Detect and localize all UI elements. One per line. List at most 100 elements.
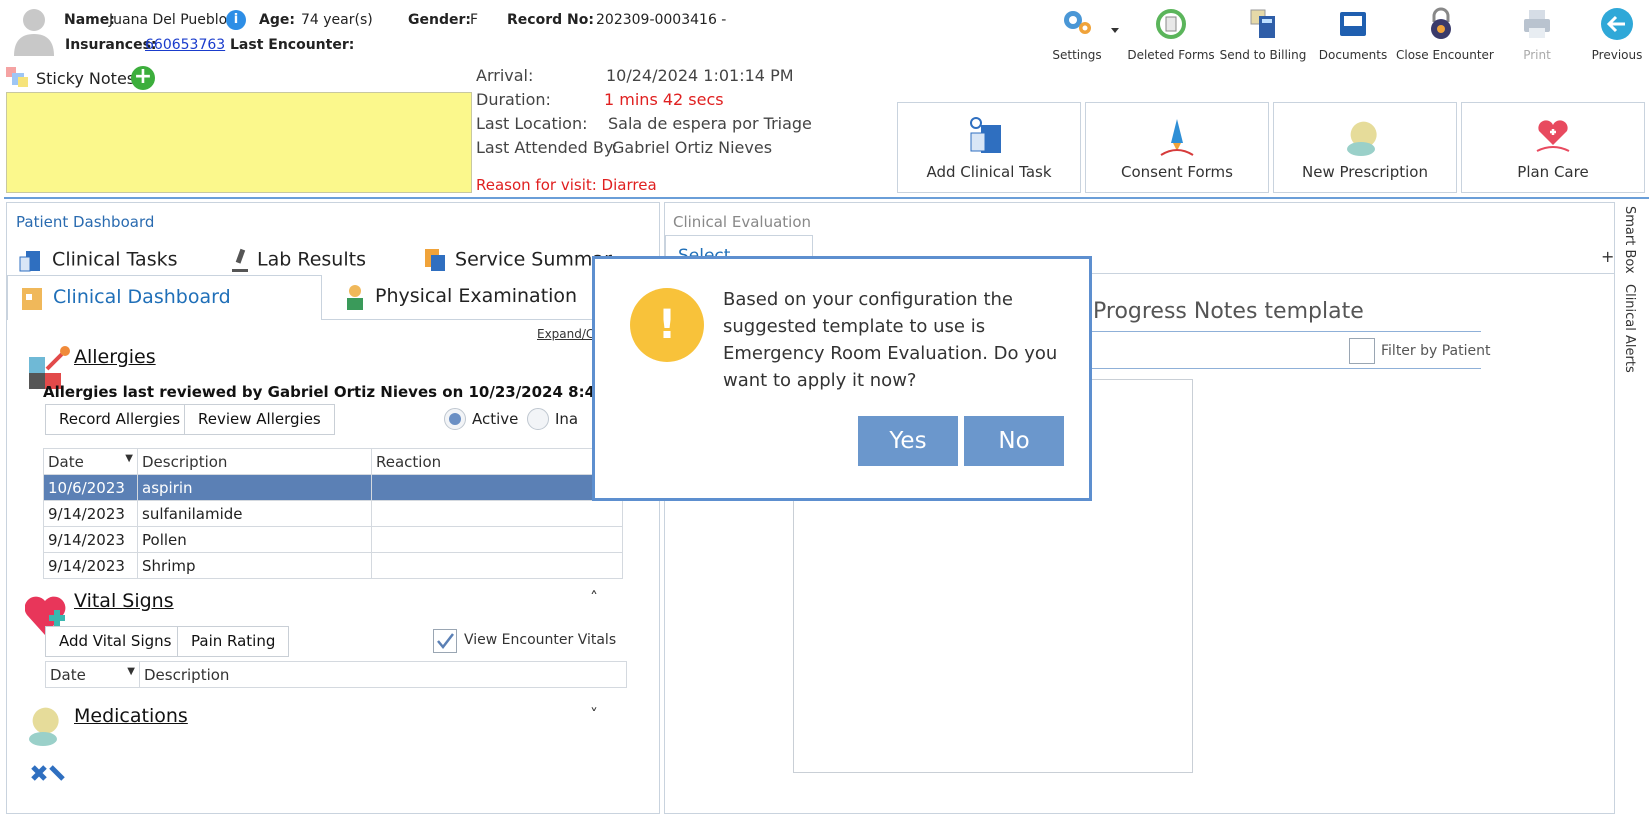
- send-to-billing-button[interactable]: Send to Billing: [1218, 6, 1308, 62]
- column-header-description[interactable]: Description: [139, 661, 627, 688]
- cell-description: Pollen: [137, 526, 372, 553]
- documents-label: Documents: [1318, 48, 1388, 62]
- column-header-date[interactable]: Date ▼: [43, 448, 138, 475]
- add-vital-signs-button[interactable]: Add Vital Signs: [45, 626, 186, 657]
- filter-underline: [1075, 368, 1481, 369]
- pill-icon: [1347, 121, 1377, 156]
- doctor-icon: [343, 283, 367, 311]
- cell-reaction: [371, 552, 623, 579]
- duration-label: Duration:: [476, 90, 551, 109]
- column-header-date[interactable]: Date ▼: [45, 661, 140, 688]
- new-prescription-button[interactable]: New Prescription: [1273, 102, 1457, 193]
- view-encounter-vitals-checkbox[interactable]: [433, 629, 457, 653]
- print-button[interactable]: Print: [1492, 6, 1582, 62]
- tab-service-summary[interactable]: Service Summar: [421, 247, 612, 273]
- sort-dropdown-icon[interactable]: ▼: [125, 453, 133, 464]
- recycle-icon: [1156, 9, 1186, 39]
- arrival-value: 10/24/2024 1:01:14 PM: [606, 66, 794, 85]
- column-header-description[interactable]: Description: [137, 448, 372, 475]
- inactive-radio-label: Ina: [555, 410, 579, 428]
- no-button[interactable]: No: [964, 416, 1064, 466]
- service-summary-icon: [421, 247, 449, 273]
- inactive-radio[interactable]: [527, 408, 549, 430]
- tab-service-summary-label: Service Summar: [455, 248, 612, 271]
- pain-rating-button[interactable]: Pain Rating: [177, 626, 290, 657]
- sticky-notes-label: Sticky Notes: [36, 69, 136, 88]
- insurance-link[interactable]: 660653763: [145, 37, 225, 53]
- tab-physical-examination[interactable]: Physical Examination: [337, 275, 577, 319]
- record-label: Record No:: [507, 12, 594, 28]
- yes-button[interactable]: Yes: [858, 416, 958, 466]
- gender-label: Gender:: [408, 12, 471, 28]
- add-clinical-task-button[interactable]: Add Clinical Task: [897, 102, 1081, 193]
- clinical-task-icon: [970, 117, 1001, 153]
- name-label: Name:: [64, 12, 115, 28]
- settings-dropdown-icon[interactable]: [1111, 28, 1119, 33]
- previous-button[interactable]: Previous: [1572, 6, 1649, 62]
- pen-signature-icon: [1160, 119, 1194, 156]
- allergies-title[interactable]: Allergies: [74, 346, 156, 368]
- insurances-label: Insurances:: [65, 37, 157, 53]
- column-header-reaction[interactable]: Reaction: [371, 448, 623, 475]
- cell-date: 9/14/2023: [43, 526, 138, 553]
- record-allergies-button[interactable]: Record Allergies: [45, 404, 195, 435]
- table-row[interactable]: 10/6/2023 aspirin: [43, 474, 623, 501]
- expand-medications-icon[interactable]: ˅: [590, 705, 598, 724]
- clinical-alerts-label: Clinical Alerts: [1622, 284, 1637, 373]
- side-tab-clinical-alerts[interactable]: Clinical Alerts: [1616, 284, 1648, 374]
- sort-dropdown-icon[interactable]: ▼: [127, 666, 135, 677]
- dashboard-icon: [20, 284, 44, 312]
- review-allergies-button[interactable]: Review Allergies: [184, 404, 335, 435]
- add-tab-button[interactable]: +: [1601, 247, 1614, 266]
- location-value: Sala de espera por Triage: [608, 114, 812, 133]
- close-encounter-button[interactable]: Close Encounter: [1396, 6, 1494, 62]
- patient-avatar-icon: [12, 6, 56, 56]
- expand-collapse-link[interactable]: Expand/C: [537, 327, 594, 341]
- info-icon[interactable]: i: [226, 10, 246, 30]
- table-row[interactable]: 9/14/2023 Pollen: [43, 526, 623, 553]
- vital-signs-title[interactable]: Vital Signs: [74, 590, 174, 612]
- microscope-icon: [229, 247, 251, 273]
- warning-icon: !: [630, 288, 704, 362]
- table-row[interactable]: 9/14/2023 Shrimp: [43, 552, 623, 579]
- active-radio[interactable]: [444, 408, 466, 430]
- settings-button[interactable]: Settings: [1032, 6, 1122, 62]
- attended-label: Last Attended By:: [476, 138, 618, 157]
- consent-forms-button[interactable]: Consent Forms: [1085, 102, 1269, 193]
- documents-button[interactable]: Documents: [1308, 6, 1398, 62]
- encounter-info: Arrival: 10/24/2024 1:01:14 PM Duration:…: [476, 66, 886, 196]
- deleted-forms-label: Deleted Forms: [1127, 48, 1215, 62]
- send-to-billing-label: Send to Billing: [1219, 48, 1307, 62]
- header-divider: [4, 197, 1649, 199]
- filter-by-patient-checkbox[interactable]: [1349, 338, 1375, 364]
- allergies-reviewed-text: Allergies last reviewed by Gabriel Ortiz…: [43, 383, 670, 401]
- dialog-message: Based on your configuration the suggeste…: [723, 289, 1058, 391]
- collapse-vitals-icon[interactable]: ˄: [590, 588, 598, 607]
- medications-title[interactable]: Medications: [74, 705, 188, 727]
- tab-physical-examination-label: Physical Examination: [375, 285, 578, 307]
- tab-lab-results[interactable]: Lab Results: [229, 247, 366, 273]
- attended-value: Gabriel Ortiz Nieves: [612, 138, 773, 157]
- side-tab-smart-box[interactable]: Smart Box: [1616, 206, 1648, 280]
- calculator-icon: [1250, 9, 1275, 38]
- table-row[interactable]: 9/14/2023 sulfanilamide: [43, 500, 623, 527]
- plan-care-button[interactable]: Plan Care: [1461, 102, 1645, 193]
- tab-clinical-tasks-label: Clinical Tasks: [52, 248, 178, 271]
- settings-label: Settings: [1052, 48, 1102, 62]
- arrival-label: Arrival:: [476, 66, 534, 85]
- cell-reaction: [371, 474, 623, 501]
- tab-clinical-dashboard[interactable]: Clinical Dashboard: [7, 275, 322, 320]
- deleted-forms-button[interactable]: Deleted Forms: [1126, 6, 1216, 62]
- vitals-header-row: Date ▼ Description: [45, 661, 627, 688]
- cell-reaction: [371, 526, 623, 553]
- heart-hand-icon: [1536, 120, 1570, 152]
- template-title-underline: [1075, 331, 1481, 332]
- add-sticky-note-button[interactable]: +: [131, 66, 155, 90]
- tab-clinical-tasks[interactable]: Clinical Tasks: [18, 247, 178, 273]
- clinical-tasks-icon: [18, 247, 46, 273]
- cell-description: Shrimp: [137, 552, 372, 579]
- sticky-note-area[interactable]: [6, 92, 472, 193]
- tab-clinical-dashboard-label: Clinical Dashboard: [53, 286, 231, 308]
- plan-care-label: Plan Care: [1517, 163, 1589, 181]
- printer-icon: [1524, 10, 1550, 38]
